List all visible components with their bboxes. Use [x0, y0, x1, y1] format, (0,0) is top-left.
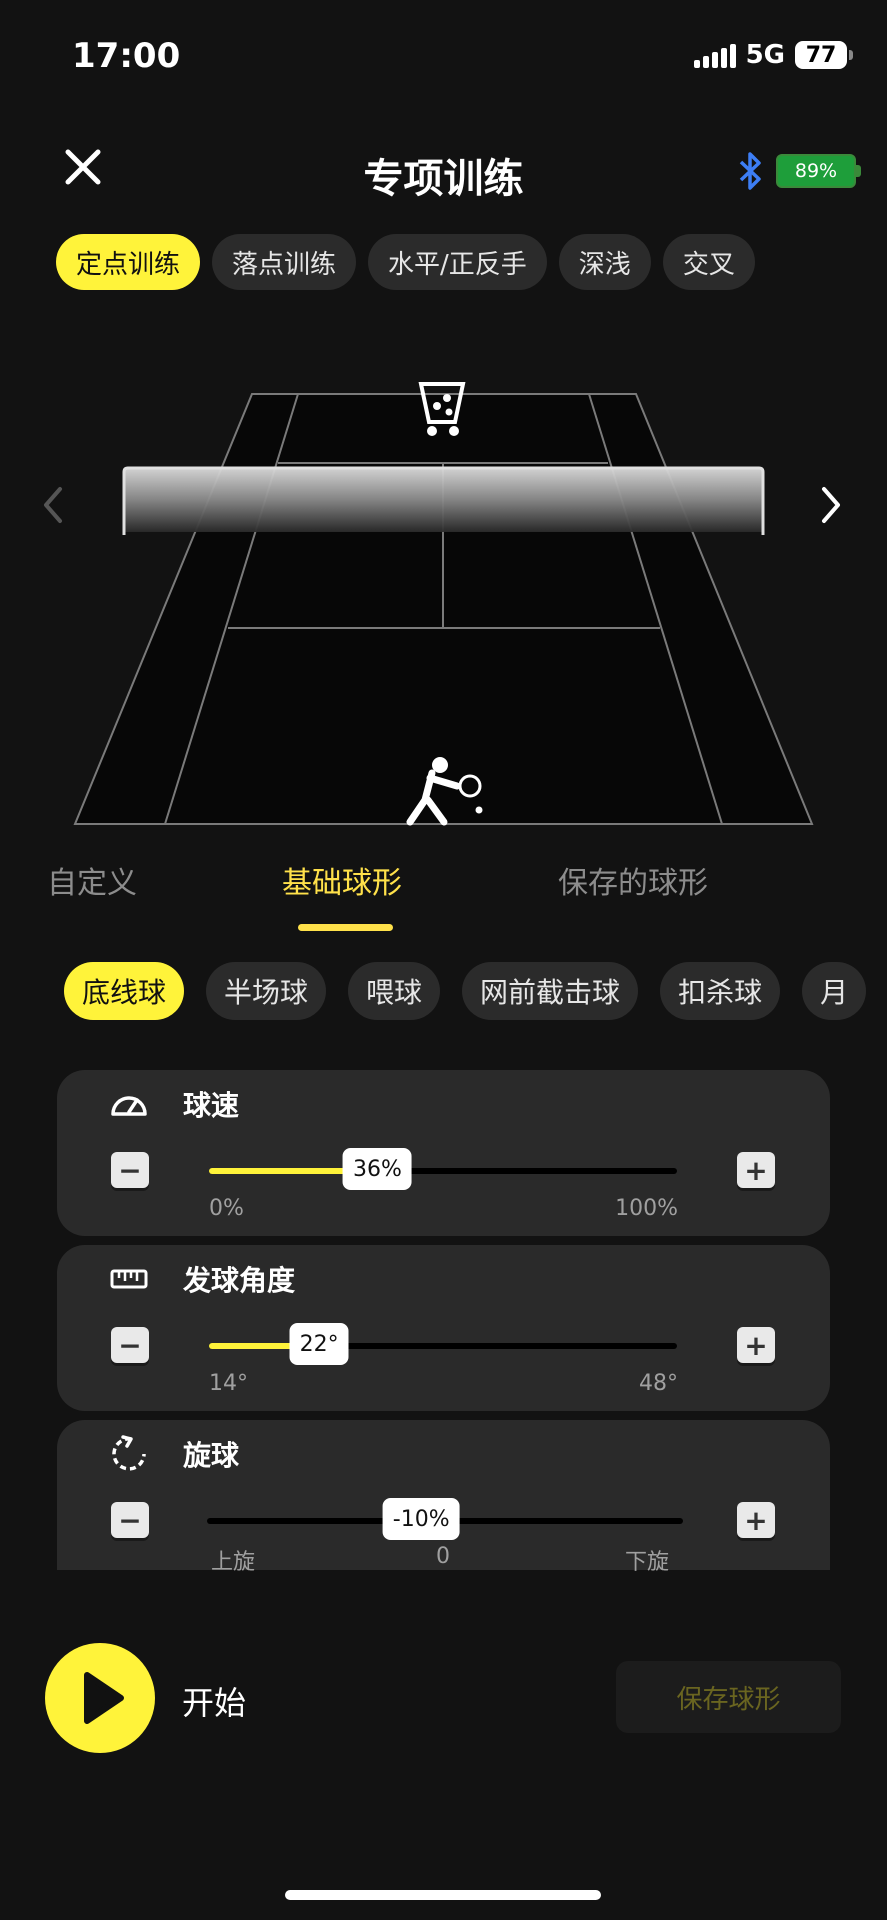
status-indicators: 5G 77: [693, 40, 853, 70]
speedometer-icon: [111, 1096, 147, 1116]
start-button[interactable]: [45, 1643, 155, 1753]
spin-label: 旋球: [183, 1439, 240, 1472]
speed-slider[interactable]: 36%: [209, 1148, 677, 1190]
tab-custom[interactable]: 自定义: [47, 858, 137, 902]
speed-min-label: 0%: [209, 1196, 244, 1221]
save-shot-label: 保存球形: [676, 1684, 781, 1715]
angle-card: 发球角度 − + 22° 14° 48°: [57, 1245, 830, 1411]
shot-baseline[interactable]: 底线球: [64, 962, 185, 1020]
speed-max-label: 100%: [615, 1196, 678, 1221]
angle-decrease-button[interactable]: −: [111, 1327, 149, 1363]
chevron-left-icon[interactable]: [42, 485, 64, 525]
spin-backspin-label: 下旋: [625, 1550, 670, 1575]
spin-increase-button[interactable]: +: [737, 1502, 775, 1538]
mode-horizontal-forehand-backhand[interactable]: 水平/正反手: [368, 234, 547, 290]
active-tab-indicator: [298, 924, 393, 931]
signal-icon: [693, 42, 736, 68]
shot-source-tabs: 自定义 基础球形 保存的球形: [0, 858, 887, 938]
home-indicator: [285, 1890, 601, 1900]
mode-landing-point[interactable]: 落点训练: [212, 234, 357, 290]
angle-slider-thumb[interactable]: 22°: [289, 1323, 349, 1365]
spin-topspin-label: 上旋: [211, 1550, 256, 1575]
angle-slider[interactable]: 22°: [209, 1323, 677, 1365]
spin-zero-label: 0: [436, 1544, 450, 1569]
phone-battery-icon: 77: [795, 41, 853, 69]
angle-label: 发球角度: [183, 1264, 296, 1297]
mode-cross[interactable]: 交叉: [662, 234, 755, 290]
save-shot-button[interactable]: 保存球形: [616, 1661, 841, 1733]
angle-min-label: 14°: [209, 1371, 248, 1396]
speed-value: 36%: [353, 1156, 402, 1182]
shot-partial[interactable]: 月: [802, 962, 867, 1020]
speed-decrease-button[interactable]: −: [111, 1152, 149, 1188]
start-label: 开始: [182, 1684, 247, 1722]
rotate-icon: [112, 1435, 146, 1471]
network-type: 5G: [745, 40, 785, 70]
spin-card: 旋球 − + -10% 上旋 0 下旋: [57, 1420, 830, 1575]
bluetooth-icon[interactable]: [738, 150, 764, 192]
status-time: 17:00: [72, 36, 181, 76]
tennis-court: [73, 382, 814, 826]
shot-net-volley[interactable]: 网前截击球: [462, 962, 639, 1020]
speed-slider-thumb[interactable]: 36%: [343, 1148, 412, 1190]
shot-feed[interactable]: 喂球: [348, 962, 441, 1020]
tab-basic-shots[interactable]: 基础球形: [282, 858, 402, 902]
spin-decrease-button[interactable]: −: [111, 1502, 149, 1538]
phone-battery-level: 77: [805, 42, 837, 68]
shot-half-court[interactable]: 半场球: [206, 962, 327, 1020]
mode-depth[interactable]: 深浅: [558, 234, 651, 290]
device-battery-level: 89%: [794, 160, 838, 182]
angle-value: 22°: [299, 1331, 339, 1357]
speed-card: 球速 − + 36% 0% 100%: [57, 1070, 830, 1236]
spin-slider-thumb[interactable]: -10%: [382, 1498, 460, 1540]
play-icon: [84, 1672, 124, 1724]
speed-increase-button[interactable]: +: [737, 1152, 775, 1188]
shot-type-list: 底线球 半场球 喂球 网前截击球 扣杀球 月: [64, 962, 867, 1020]
device-battery-indicator: 89%: [776, 154, 861, 188]
tab-saved-shots[interactable]: 保存的球形: [558, 858, 708, 902]
angle-max-label: 48°: [639, 1371, 678, 1396]
spin-slider[interactable]: -10%: [207, 1498, 683, 1540]
angle-increase-button[interactable]: +: [737, 1327, 775, 1363]
training-mode-tabs: 定点训练 落点训练 水平/正反手 深浅 交叉: [56, 234, 755, 290]
mode-fixed-point[interactable]: 定点训练: [56, 234, 201, 290]
shot-smash[interactable]: 扣杀球: [660, 962, 781, 1020]
chevron-right-icon[interactable]: [820, 485, 842, 525]
spin-value: -10%: [392, 1506, 450, 1532]
ruler-icon: [110, 1269, 148, 1289]
speed-label: 球速: [183, 1089, 240, 1122]
